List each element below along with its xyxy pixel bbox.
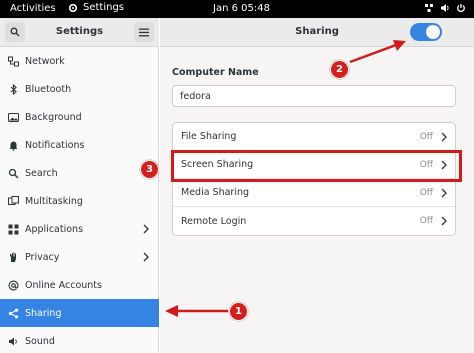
toggle-knob [426,25,440,39]
system-tray[interactable] [424,3,466,13]
share-icon [7,307,19,319]
multitasking-icon [7,195,19,207]
file-sharing-row[interactable]: File Sharing Off [173,123,455,151]
sidebar-item-search[interactable]: Search [0,159,159,187]
remote-login-row[interactable]: Remote Login Off [173,207,455,235]
panel-header: Sharing [160,18,474,47]
search-icon [7,167,19,179]
status-text: Off [419,216,433,226]
speaker-icon [7,335,19,347]
hand-icon [7,251,19,263]
status-text: Off [419,132,433,142]
sidebar-list: Network Bluetooth Background Notificatio… [0,47,159,353]
chevron-right-icon [441,132,447,145]
sidebar-item-sharing[interactable]: Sharing [0,299,159,327]
screen-sharing-highlight-box [171,150,462,182]
sidebar-item-privacy[interactable]: Privacy [0,243,159,271]
clock[interactable]: Jan 6 05:48 [213,3,270,14]
sidebar-item-label: Sound [25,335,55,347]
sidebar-item-label: Bluetooth [25,83,72,95]
applications-icon [7,223,19,235]
sidebar-item-label: Online Accounts [25,279,102,291]
sidebar-item-label: Multitasking [25,195,83,207]
background-icon [7,111,19,123]
activities-button[interactable]: Activities [10,3,56,14]
at-icon [7,279,19,291]
step-badge-1: 1 [229,302,248,321]
sidebar-item-label: Sharing [25,307,62,319]
chevron-right-icon [441,216,447,229]
sidebar-item-online-accounts[interactable]: Online Accounts [0,271,159,299]
sidebar-item-bluetooth[interactable]: Bluetooth [0,75,159,103]
row-label: Remote Login [181,215,247,227]
hamburger-icon [139,28,149,36]
sidebar-item-label: Background [25,111,82,123]
sharing-toggle[interactable] [410,23,442,41]
sidebar-item-label: Applications [25,223,84,235]
sidebar-item-background[interactable]: Background [0,103,159,131]
row-label: File Sharing [181,131,237,142]
status-text: Off [419,188,433,198]
main-menu-button[interactable] [134,22,154,42]
chevron-right-icon [441,188,447,201]
media-sharing-row[interactable]: Media Sharing Off [173,179,455,207]
bell-icon [7,139,19,151]
settings-sidebar: Settings Network Bluetooth Background No… [0,18,159,353]
sidebar-item-sound[interactable]: Sound [0,327,159,353]
row-label: Media Sharing [181,187,250,198]
gnome-top-bar: Activities Settings Jan 6 05:48 [0,0,474,18]
sidebar-item-label: Privacy [25,251,60,263]
sidebar-item-applications[interactable]: Applications [0,215,159,243]
sidebar-item-label: Search [25,167,58,179]
app-menu[interactable]: Settings [68,2,124,13]
sidebar-item-multitasking[interactable]: Multitasking [0,187,159,215]
sharing-panel: Sharing Computer Name File Sharing Off S… [160,18,474,353]
app-name: Settings [83,2,125,13]
chevron-right-icon [143,224,149,237]
sidebar-item-label: Notifications [25,139,85,151]
settings-gear-icon [68,3,78,13]
step-badge-2: 2 [330,60,349,79]
chevron-right-icon [143,252,149,265]
sidebar-item-notifications[interactable]: Notifications [0,131,159,159]
computer-name-label: Computer Name [172,67,259,78]
sidebar-item-label: Network [25,55,65,67]
computer-name-field[interactable] [172,85,456,107]
network-icon [7,55,19,67]
step-badge-3: 3 [140,160,159,179]
bluetooth-icon [7,83,19,95]
sidebar-item-network[interactable]: Network [0,47,159,75]
network-tray-icon [424,3,434,13]
power-tray-icon [456,3,466,13]
sidebar-header: Settings [0,18,159,47]
volume-tray-icon [440,3,450,13]
